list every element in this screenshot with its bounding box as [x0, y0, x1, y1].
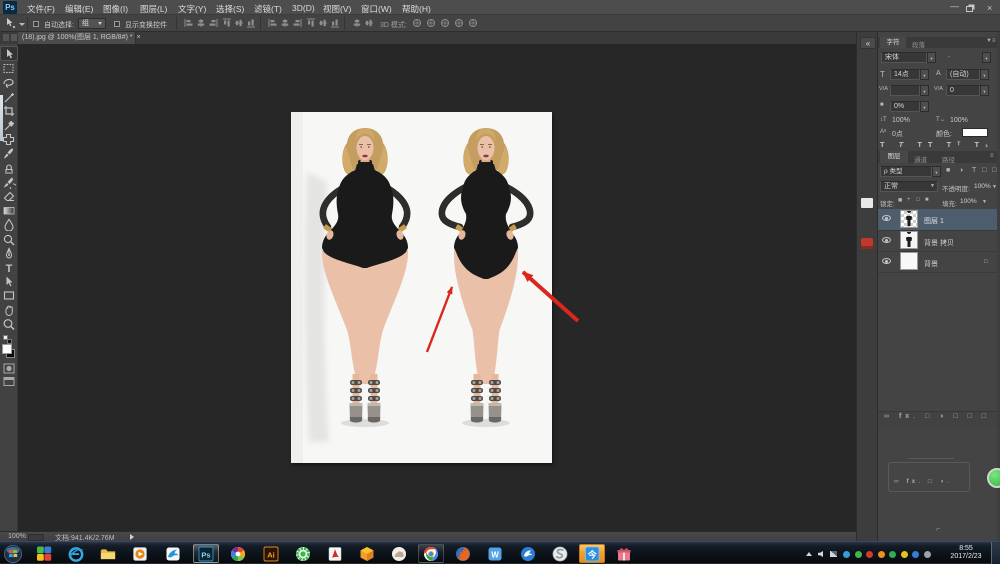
svg-text:T: T: [6, 263, 13, 274]
svg-text:Ps: Ps: [201, 550, 210, 559]
svg-text:今: 今: [587, 549, 598, 560]
svg-text:W: W: [491, 551, 499, 560]
svg-text:Ai: Ai: [267, 550, 275, 559]
